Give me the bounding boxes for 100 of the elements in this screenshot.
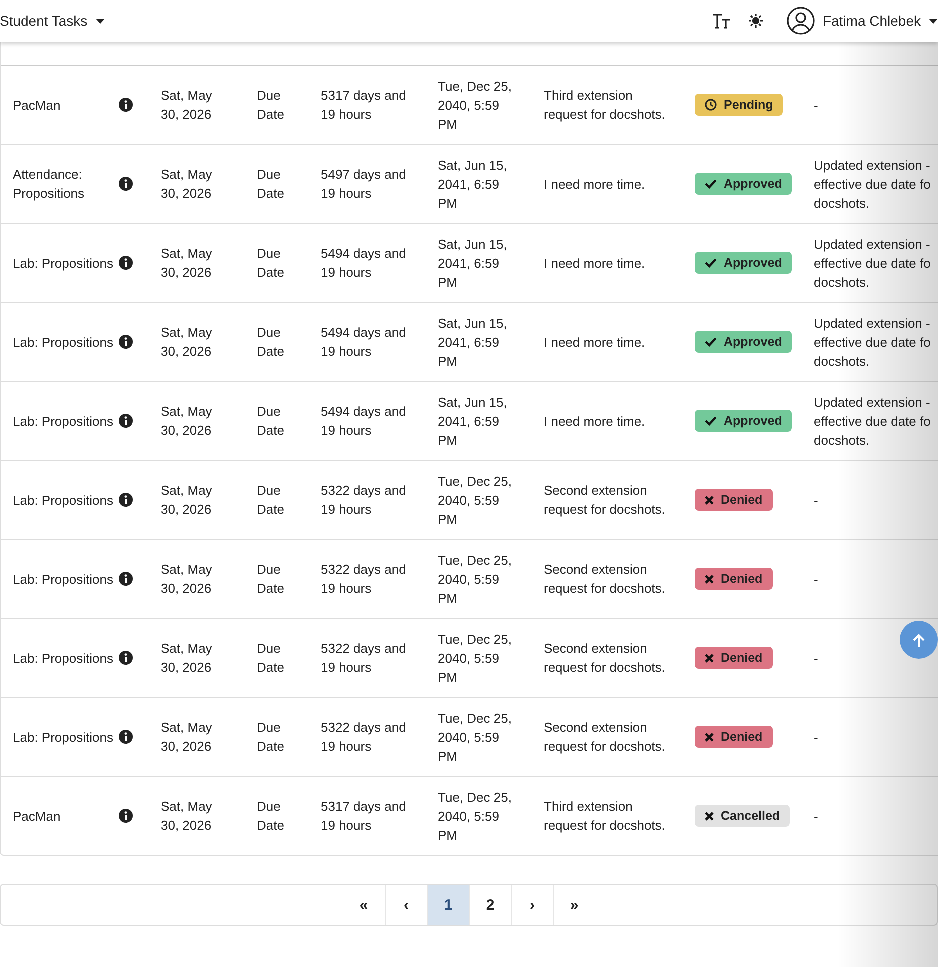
time-cell-text: 5494 days and 19 hours: [320, 245, 408, 282]
type-cell-text: Due Date: [256, 403, 286, 440]
assignment-cell-text: Lab: Propositions: [12, 728, 114, 746]
date-cell-text: Sat, May 30, 2026: [160, 798, 214, 835]
date-cell-text: Sat, May 30, 2026: [160, 640, 214, 677]
info-icon[interactable]: [119, 651, 133, 665]
x-icon: [705, 496, 714, 504]
assignment-cell-text: PacMan: [12, 96, 62, 114]
time-cell-text: 5494 days and 19 hours: [320, 403, 408, 440]
status-badge: Denied: [695, 726, 773, 748]
due-date-cell-text: Tue, Dec 25, 2040, 5:59 PM: [437, 788, 513, 844]
type-cell-text: Due Date: [256, 245, 286, 282]
reason-cell-text: Second extension request for docshots.: [543, 719, 666, 756]
status-badge: Pending: [695, 94, 784, 116]
status-badge: Approved: [695, 173, 792, 195]
status-badge: Cancelled: [695, 805, 790, 827]
reason-cell-text: Second extension request for docshots.: [543, 482, 666, 519]
time-cell-text: 5317 days and 19 hours: [320, 87, 408, 124]
type-cell-text: Due Date: [256, 482, 286, 519]
info-icon[interactable]: [119, 493, 133, 507]
comment-cell-text: -: [813, 96, 820, 114]
date-cell-text: Sat, May 30, 2026: [160, 482, 214, 519]
date-cell-text: Sat, May 30, 2026: [160, 561, 214, 598]
x-icon: [705, 574, 714, 584]
time-cell-text: 5322 days and 19 hours: [320, 719, 408, 756]
check-icon: [705, 416, 717, 426]
check-icon: [705, 337, 717, 347]
assignment-cell-text: PacMan: [12, 808, 62, 826]
comment-cell-text: -: [813, 492, 820, 510]
info-icon[interactable]: [119, 809, 133, 823]
comment-cell-text: Updated extension - effective due date fo docshots.: [813, 156, 932, 212]
reason-cell-text: I need more time.: [543, 334, 646, 352]
due-date-cell-text: Sat, Jun 15, 2041, 6:59 PM: [437, 314, 508, 370]
info-icon[interactable]: [119, 414, 133, 428]
page-button[interactable]: 1: [427, 885, 469, 925]
arrow-up-icon: [913, 634, 925, 646]
type-cell-text: Due Date: [256, 719, 286, 756]
status-badge: Approved: [695, 410, 792, 432]
type-cell-text: Due Date: [256, 640, 286, 677]
info-icon[interactable]: [119, 256, 133, 270]
reason-cell-text: I need more time.: [543, 254, 646, 272]
comment-cell-text: -: [813, 570, 820, 588]
type-cell-text: Due Date: [256, 798, 286, 835]
due-date-cell-text: Tue, Dec 25, 2040, 5:59 PM: [437, 472, 513, 528]
x-icon: [705, 732, 714, 742]
assignment-cell-text: Attendance: Propositions: [12, 166, 86, 203]
due-date-cell-text: Tue, Dec 25, 2040, 5:59 PM: [437, 630, 513, 686]
user-menu[interactable]: Fatima Chlebek: [786, 7, 938, 35]
reason-cell-text: Second extension request for docshots.: [543, 640, 666, 677]
info-icon[interactable]: [119, 730, 133, 744]
type-cell-text: Due Date: [256, 87, 286, 124]
comment-cell-text: -: [813, 808, 820, 826]
assignment-cell-text: Lab: Propositions: [12, 570, 114, 588]
type-cell-text: Due Date: [256, 561, 286, 598]
date-cell-text: Sat, May 30, 2026: [160, 403, 214, 440]
comment-cell-text: -: [813, 728, 820, 746]
assignment-cell-text: Lab: Propositions: [12, 412, 114, 430]
assignment-cell-text: Lab: Propositions: [12, 334, 114, 352]
time-cell-text: 5322 days and 19 hours: [320, 561, 408, 598]
comment-cell-text: -: [813, 650, 820, 668]
caret-icon: [929, 18, 938, 24]
course-dropdown[interactable]: Student Tasks: [0, 13, 105, 29]
scroll-top-button[interactable]: [900, 621, 938, 659]
theme-icon[interactable]: [748, 14, 763, 28]
comment-cell-text: Updated extension - effective due date fo docshots.: [813, 314, 932, 370]
date-cell-text: Sat, May 30, 2026: [160, 719, 214, 756]
info-icon[interactable]: [119, 572, 133, 586]
due-date-cell-text: Tue, Dec 25, 2040, 5:59 PM: [437, 78, 513, 134]
info-icon[interactable]: [119, 335, 133, 349]
info-icon[interactable]: [119, 177, 133, 191]
time-cell-text: 5322 days and 19 hours: [320, 482, 408, 519]
due-date-cell-text: Tue, Dec 25, 2040, 5:59 PM: [437, 710, 513, 766]
check-icon: [705, 258, 717, 268]
time-cell-text: 5317 days and 19 hours: [320, 798, 408, 835]
status-badge: Denied: [695, 568, 773, 590]
reason-cell-text: Second extension request for docshots.: [543, 561, 666, 598]
time-cell-text: 5322 days and 19 hours: [320, 640, 408, 677]
x-icon: [705, 812, 714, 820]
status-badge: Denied: [695, 489, 773, 511]
reason-cell-text: I need more time.: [543, 412, 646, 430]
due-date-cell-text: Sat, Jun 15, 2041, 6:59 PM: [437, 156, 508, 212]
date-cell-text: Sat, May 30, 2026: [160, 87, 214, 124]
assignment-cell-text: Lab: Propositions: [12, 492, 114, 510]
due-date-cell-text: Sat, Jun 15, 2041, 6:59 PM: [437, 236, 508, 292]
due-date-cell-text: Sat, Jun 15, 2041, 6:59 PM: [437, 394, 508, 450]
reason-cell-text: Third extension request for docshots.: [543, 798, 666, 835]
date-cell-text: Sat, May 30, 2026: [160, 166, 214, 203]
assignment-cell-text: Lab: Propositions: [12, 650, 114, 668]
info-icon[interactable]: [119, 98, 133, 112]
x-icon: [705, 654, 714, 662]
date-cell-text: Sat, May 30, 2026: [160, 324, 214, 361]
status-badge: Approved: [695, 331, 792, 353]
comment-cell-text: Updated extension - effective due date fo docshots.: [813, 394, 932, 450]
user-avatar-icon: [786, 7, 815, 35]
status-badge: Approved: [695, 252, 792, 274]
date-cell-text: Sat, May 30, 2026: [160, 245, 214, 282]
text-size-icon[interactable]: [712, 13, 731, 29]
time-cell-text: 5494 days and 19 hours: [320, 324, 408, 361]
clock-icon: [705, 99, 717, 111]
status-badge: Denied: [695, 647, 773, 669]
